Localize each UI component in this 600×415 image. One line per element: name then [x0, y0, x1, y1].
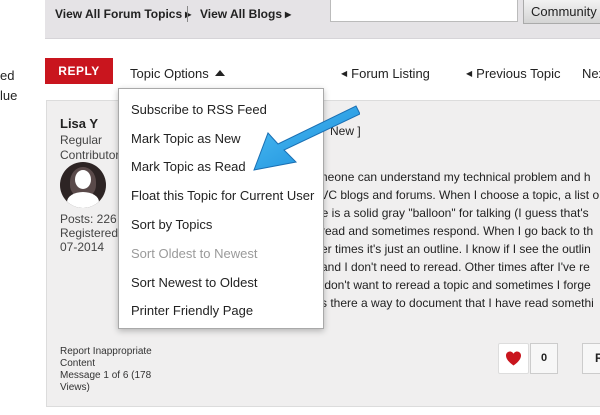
menu-item-sort-newest-oldest[interactable]: Sort Newest to Oldest: [131, 275, 257, 290]
topic-options-toggle[interactable]: Topic Options: [130, 66, 225, 81]
menu-item-printer-friendly[interactable]: Printer Friendly Page: [131, 303, 253, 318]
like-button[interactable]: [498, 343, 529, 374]
posts-count: Posts: 226: [60, 212, 117, 226]
author-name[interactable]: Lisa Y: [60, 116, 98, 131]
post-reply-button[interactable]: R: [582, 343, 600, 374]
message-count: Message 1 of 6 (178 Views): [60, 370, 152, 393]
avatar[interactable]: [60, 162, 106, 208]
post-body-line: . Is there a way to document that I have…: [311, 296, 594, 310]
post-body-line: QVC blogs and forums. When I choose a to…: [311, 188, 600, 202]
menu-item-mark-topic-read[interactable]: Mark Topic as Read: [131, 159, 246, 174]
like-count: 0: [530, 343, 558, 374]
annotation-arrow-icon: [253, 105, 360, 171]
left-cut-text: lue: [0, 88, 18, 103]
registered-label: Registered: [60, 226, 119, 240]
view-all-forum-topics-link[interactable]: View All Forum Topics ▶: [55, 7, 191, 21]
menu-item-sort-by-topics[interactable]: Sort by Topics: [131, 217, 212, 232]
heart-icon: [506, 351, 521, 366]
caret-up-icon: [214, 70, 225, 76]
left-cut-text: ed: [0, 68, 15, 83]
post-body-line: ere is a solid gray "balloon" for talkin…: [311, 206, 589, 220]
author-rank: Regular Contributor: [60, 133, 120, 162]
post-body-line: d and I don't need to reread. Other time…: [311, 260, 590, 274]
post-body-line: . I don't want to reread a topic and som…: [311, 278, 591, 292]
search-input[interactable]: [330, 0, 518, 22]
reply-button[interactable]: REPLY: [45, 58, 113, 84]
community-button[interactable]: Community: [523, 0, 600, 24]
view-all-blogs-link[interactable]: View All Blogs ▶: [200, 7, 291, 21]
post-body-line: d read and sometimes respond. When I go …: [311, 224, 594, 238]
next-topic-link[interactable]: Nex: [582, 66, 600, 81]
right-triangle-icon: ▶: [285, 10, 292, 19]
registered-date: 07-2014: [60, 240, 105, 254]
forum-listing-link[interactable]: ◀ Forum Listing: [341, 66, 430, 81]
left-triangle-icon: ◀: [341, 69, 348, 78]
menu-item-float-topic[interactable]: Float this Topic for Current User: [131, 188, 314, 203]
top-nav-divider: [187, 6, 188, 22]
post-body-line: ther times it's just an outline. I know …: [311, 242, 591, 256]
report-inappropriate-link[interactable]: Report Inappropriate Content: [60, 346, 170, 370]
previous-topic-link[interactable]: ◀ Previous Topic: [466, 66, 560, 81]
left-triangle-icon: ◀: [466, 69, 473, 78]
avatar-face: [75, 170, 91, 189]
avatar-shoulders: [67, 192, 99, 208]
menu-item-sort-oldest-newest: Sort Oldest to Newest: [131, 246, 258, 261]
menu-item-mark-topic-new[interactable]: Mark Topic as New: [131, 131, 241, 146]
